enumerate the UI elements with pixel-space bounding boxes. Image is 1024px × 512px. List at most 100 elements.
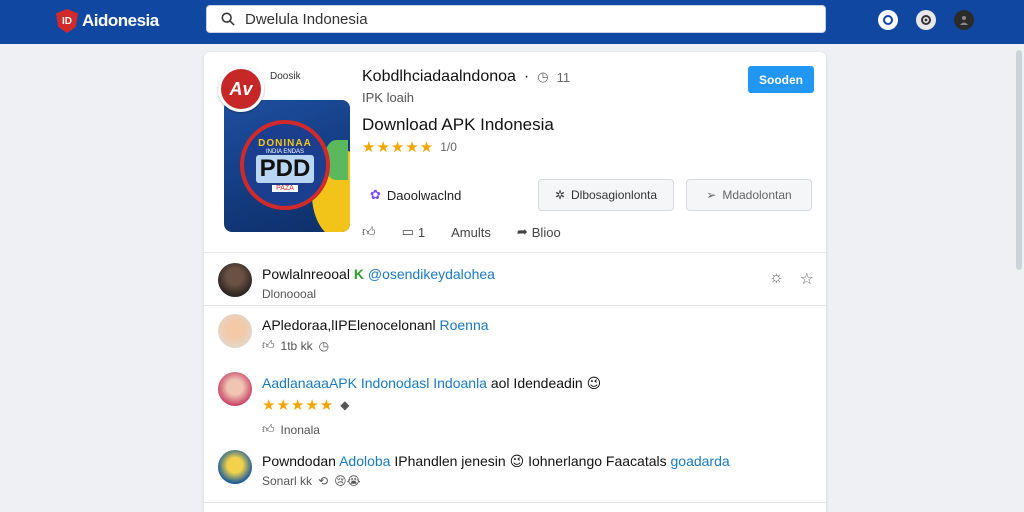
emblem-top-text: DONINAA xyxy=(258,138,312,149)
comment-actions: ☼ ☆ xyxy=(769,269,814,289)
comment-meta: Sonarl kk ⟲ 😢😭 xyxy=(262,474,361,488)
version-label: 11 xyxy=(556,69,571,85)
account-icon[interactable] xyxy=(954,10,974,30)
comment-link[interactable]: goadarda xyxy=(671,453,730,469)
comment-item: APledoraa,lIPElenocelonanl Roenna 👍︎ 1tb… xyxy=(218,314,814,358)
divider xyxy=(204,502,826,503)
share-action[interactable]: ➦ Blioo xyxy=(517,224,561,240)
app-icon-area: Av Doosik DONINAA INDIA ENDAS PDD PAZA xyxy=(218,66,354,232)
comment-meta-text: Inonala xyxy=(280,422,320,437)
comment-meta-text: Sonarl kk xyxy=(262,474,313,488)
header-icons xyxy=(878,10,974,30)
like-icon[interactable]: 👍︎ xyxy=(262,338,275,353)
thumbs-up-icon: 👍︎ xyxy=(362,224,376,239)
clock-icon: ◷ xyxy=(318,338,330,353)
search-bar[interactable] xyxy=(206,5,826,33)
tag-icon: ◆ xyxy=(340,398,350,412)
emblem-big-text: PDD xyxy=(255,155,315,183)
comment-body: APledoraa,lIPElenocelonanl xyxy=(262,317,436,333)
divider xyxy=(204,305,826,306)
sun-icon[interactable]: ☼ xyxy=(769,269,784,289)
secondary-button[interactable]: ✲ Dlbosagionlonta xyxy=(538,179,674,211)
app-emblem: DONINAA INDIA ENDAS PDD PAZA xyxy=(240,120,330,210)
search-icon xyxy=(221,12,235,26)
send-icon: ➢ xyxy=(706,188,717,202)
social-row: 👍︎ ▭ 1 Amults ➦ Blioo xyxy=(362,224,561,240)
star-icon[interactable]: ☆ xyxy=(800,269,814,289)
repost-icon[interactable]: ⟲ xyxy=(318,474,328,488)
divider xyxy=(204,252,826,253)
comment-meta-row: 👍︎ Inonala xyxy=(218,422,814,440)
comment-body: IPhandlen jenesin xyxy=(394,453,506,469)
comment-sub: Dlonoooal xyxy=(262,287,317,301)
comment-emoji: 😉 xyxy=(586,375,602,391)
sparkle-icon: ✿ xyxy=(370,187,381,202)
top-bar: ID Aidonesia xyxy=(0,0,1024,44)
comment-tag: K xyxy=(353,266,364,282)
app-title: Kobdlhciadaalndonoa xyxy=(362,68,516,85)
clock-icon: ◷ xyxy=(537,69,549,84)
comment-header: Powlalnreooal K @osendikeydalohea xyxy=(262,266,495,282)
comment-text: AadlanaaaAPK Indonodasl Indoanla aol Ide… xyxy=(262,375,601,392)
comment-meta: 👍︎ Inonala xyxy=(262,422,320,437)
gear-icon: ✲ xyxy=(554,188,565,202)
comment-item: AadlanaaaAPK Indonodasl Indoanla aol Ide… xyxy=(218,372,814,416)
title-separator: · xyxy=(523,68,530,85)
app-icon-label: Doosik xyxy=(270,71,301,82)
comment-action[interactable]: ▭ 1 xyxy=(402,224,426,240)
emblem-bottom-text: PAZA xyxy=(272,185,298,192)
settings-icon[interactable] xyxy=(916,10,936,30)
comment-item: Powndodan Adoloba IPhandlen jenesin 😉 Io… xyxy=(218,450,814,494)
tertiary-button-label: Mdadolontan xyxy=(722,188,792,202)
comment-author[interactable]: Powndodan xyxy=(262,453,336,469)
app-card: Av Doosik DONINAA INDIA ENDAS PDD PAZA K… xyxy=(204,52,826,512)
comment-text: APledoraa,lIPElenocelonanl Roenna xyxy=(262,317,489,333)
comment-icon: ▭ xyxy=(401,224,414,239)
avatar[interactable] xyxy=(218,450,252,484)
star-rating-icon: ★★★★★ xyxy=(362,139,435,156)
secondary-button-label: Dlbosagionlonta xyxy=(571,188,658,202)
site-logo[interactable]: ID Aidonesia xyxy=(56,8,159,34)
avatar[interactable] xyxy=(218,372,252,406)
action-row: ✿ Daoolwaclnd ✲ Dlbosagionlonta ➢ Mdadol… xyxy=(370,179,822,211)
primary-button[interactable]: Sooden xyxy=(748,66,814,93)
share-label: Blioo xyxy=(531,224,561,240)
like-action[interactable]: 👍︎ xyxy=(362,224,376,240)
search-input[interactable] xyxy=(245,10,805,28)
rating-value: 1/0 xyxy=(440,140,457,154)
app-icon: DONINAA INDIA ENDAS PDD PAZA xyxy=(224,100,350,232)
app-rating: ★★★★★ 1/0 xyxy=(362,138,457,156)
avatar[interactable] xyxy=(218,263,252,297)
comment-meta-text: 1tb kk xyxy=(280,338,313,353)
scrollbar[interactable] xyxy=(1016,50,1022,270)
download-link[interactable]: ✿ Daoolwaclnd xyxy=(370,187,461,203)
logo-shield-icon: ID xyxy=(56,9,78,33)
comment-tag[interactable]: Adoloba xyxy=(339,453,390,469)
app-subtitle: IPK loaih xyxy=(362,90,415,105)
comment-item: Powlalnreooal K @osendikeydalohea Dlonoo… xyxy=(218,263,814,303)
comment-count: 1 xyxy=(417,224,426,240)
comment-author[interactable]: Powlalnreooal xyxy=(262,266,350,282)
brand-badge: Av xyxy=(218,66,264,112)
comment-link[interactable]: Roenna xyxy=(439,317,488,333)
tertiary-button[interactable]: ➢ Mdadolontan xyxy=(686,179,812,211)
app-heading: Download APK Indonesia xyxy=(362,115,554,134)
comment-rating: ★★★★★ ◆ xyxy=(262,396,349,414)
comment-text: Powndodan Adoloba IPhandlen jenesin 😉 Io… xyxy=(262,453,730,470)
comment-body-continued: Iohnerlango Faacatals xyxy=(528,453,667,469)
comment-emoji: 😉 xyxy=(509,453,525,469)
comment-body: aol Idendeadin xyxy=(490,375,583,391)
download-link-label: Daoolwaclnd xyxy=(386,187,462,203)
app-title-row: Kobdlhciadaalndonoa · ◷ 11 xyxy=(362,68,570,86)
reaction-emoji: 😢😭 xyxy=(334,474,361,488)
share-icon: ➦ xyxy=(516,224,528,239)
logo-text: Aidonesia xyxy=(82,11,159,30)
refresh-icon[interactable] xyxy=(878,10,898,30)
avatar[interactable] xyxy=(218,314,252,348)
comment-link[interactable]: AadlanaaaAPK Indonodasl Indoanla xyxy=(262,375,487,391)
comment-meta: 👍︎ 1tb kk ◷ xyxy=(262,338,329,353)
like-icon[interactable]: 👍︎ xyxy=(262,422,275,437)
star-rating-icon: ★★★★★ xyxy=(262,397,335,414)
comment-handle[interactable]: @osendikeydalohea xyxy=(368,266,495,282)
amults-action[interactable]: Amults xyxy=(451,225,491,240)
